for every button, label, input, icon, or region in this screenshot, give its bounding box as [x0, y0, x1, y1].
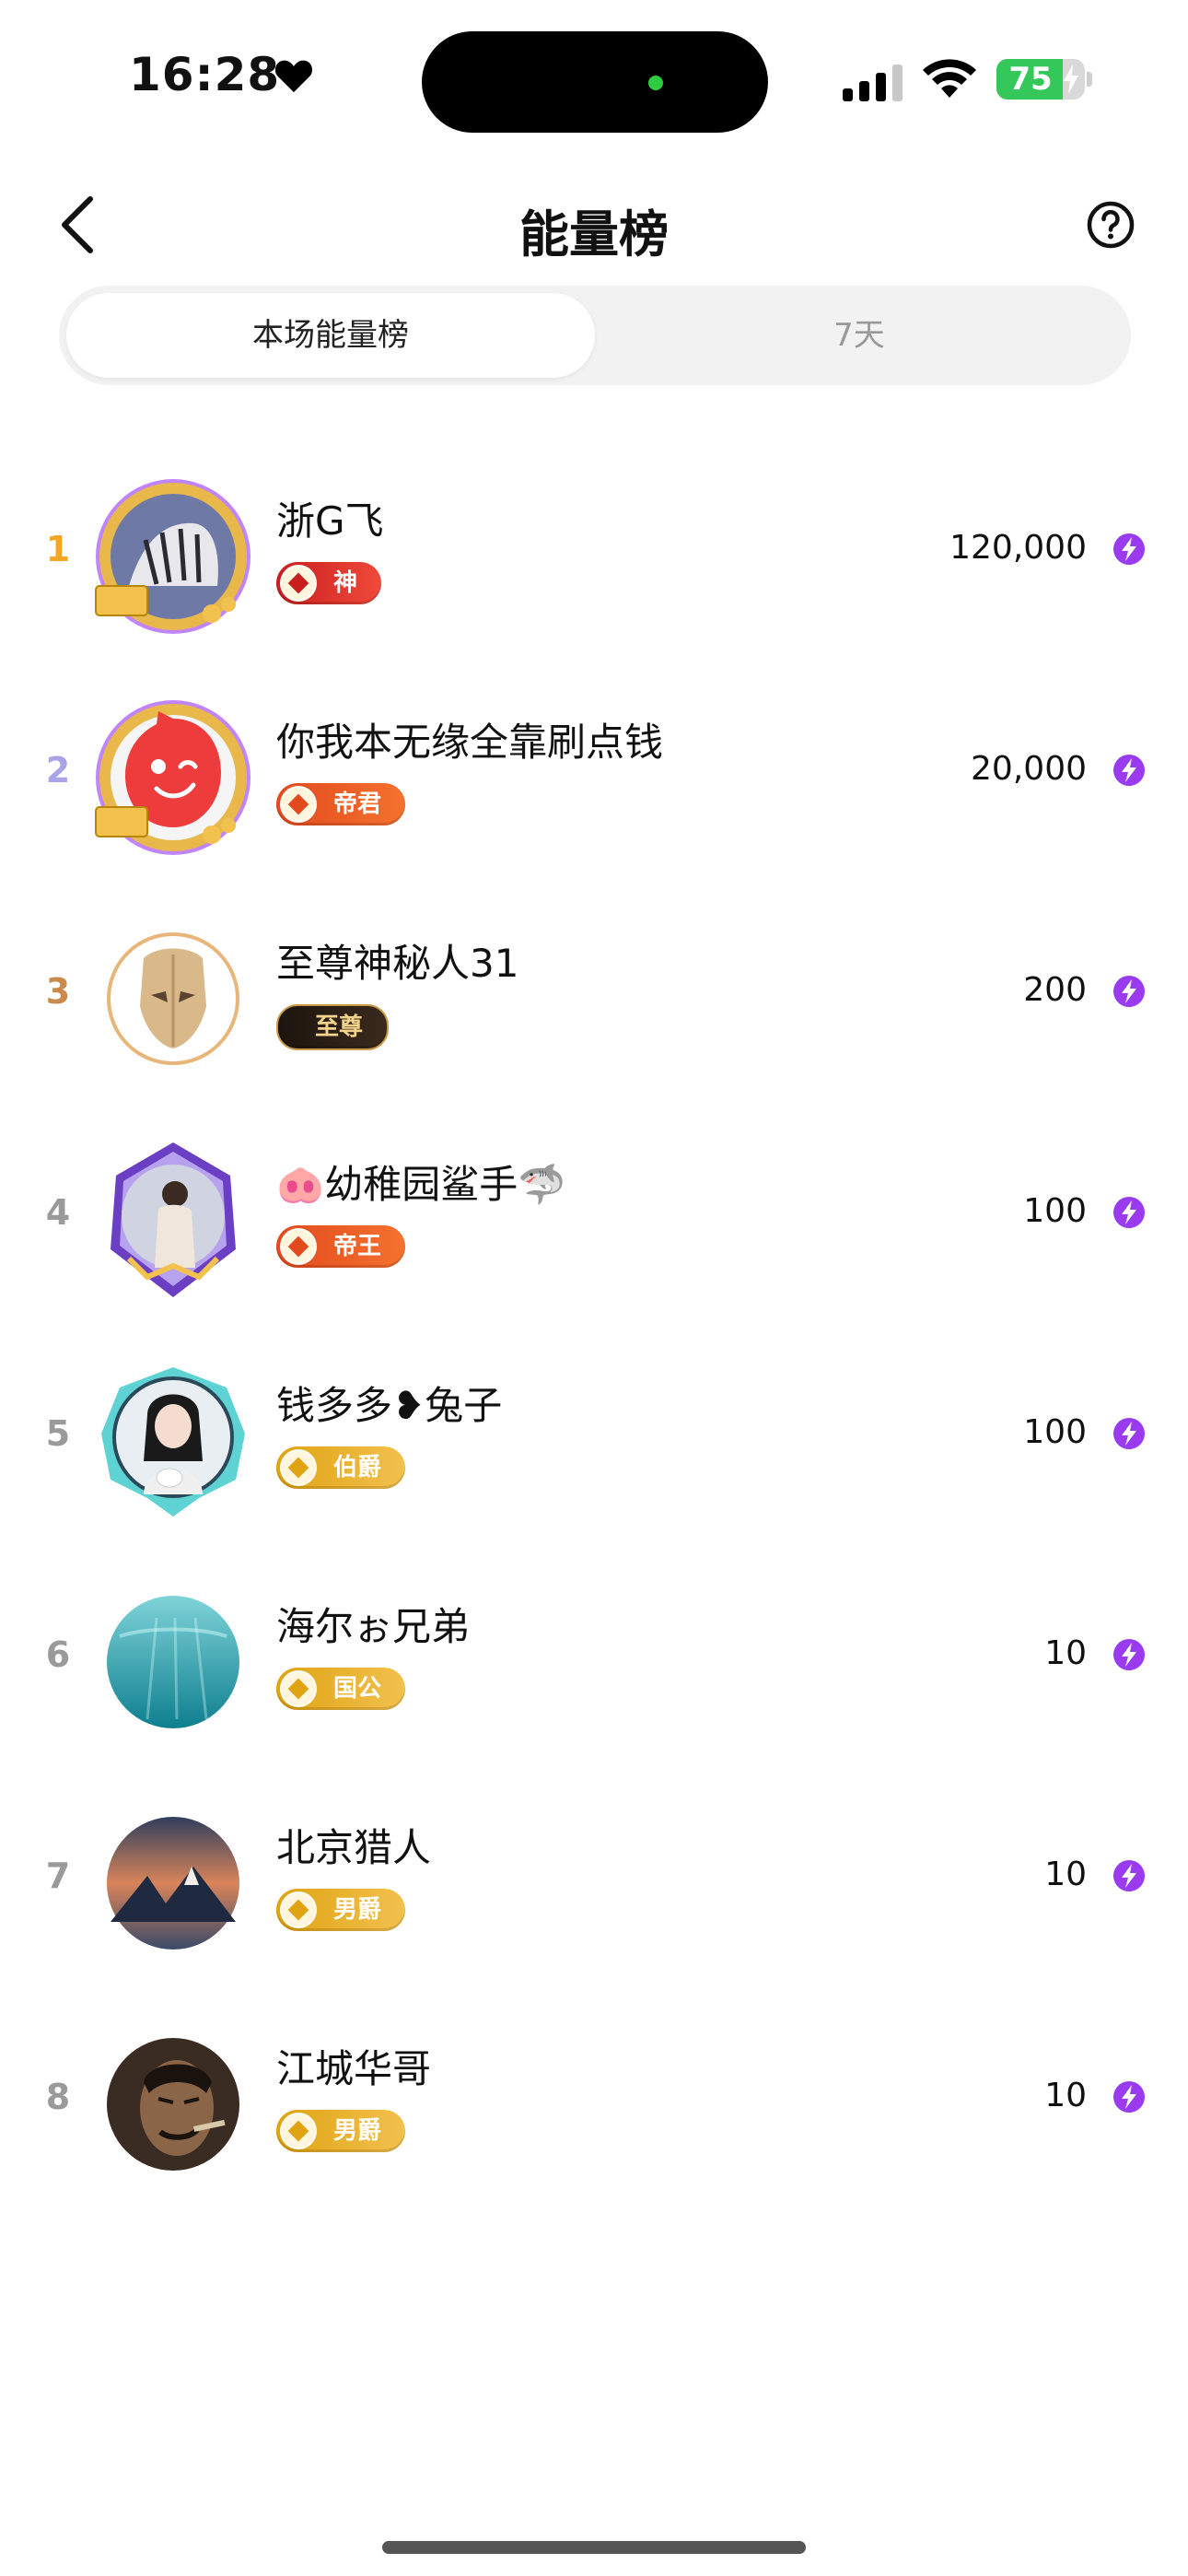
- rank-number: 1: [45, 529, 71, 569]
- badge-emblem-icon: [280, 2113, 317, 2149]
- energy-score: 20,000: [971, 750, 1087, 788]
- avatar[interactable]: [92, 1360, 254, 1522]
- badge-emblem-icon: [280, 786, 317, 823]
- energy-bolt-icon: [1113, 1418, 1145, 1449]
- ranking-row[interactable]: 7 北京猎人 男爵 10: [0, 1767, 1188, 1988]
- user-name: 钱多多❥兔子: [276, 1383, 503, 1428]
- level-badge: 至尊: [276, 1004, 390, 1050]
- energy-bolt-icon: [1113, 1197, 1145, 1228]
- level-badge: 帝王: [276, 1225, 406, 1268]
- badge-emblem-icon: [280, 1449, 317, 1486]
- user-name: 海尔ぉ兄弟: [276, 1604, 471, 1649]
- avatar[interactable]: [92, 697, 254, 859]
- badge-label: 帝君: [333, 790, 382, 818]
- energy-score: 10: [1044, 1856, 1087, 1893]
- status-time: 16:28: [129, 48, 281, 101]
- badge-label: 帝王: [333, 1233, 382, 1260]
- avatar[interactable]: [92, 918, 254, 1080]
- user-name: 🐽幼稚园鲨手🦈: [276, 1162, 566, 1207]
- wifi-icon: [923, 59, 976, 98]
- ranking-row[interactable]: 2 你我本无缘全靠刷点钱 帝君 20,000: [0, 662, 1188, 883]
- battery-percent: 75: [1008, 61, 1053, 98]
- level-badge: 男爵: [276, 2110, 406, 2152]
- ranking-row[interactable]: 5 钱多多❥兔子 伯爵 100: [0, 1325, 1188, 1546]
- battery-cap: [1087, 72, 1092, 87]
- level-badge: 男爵: [276, 1889, 406, 1931]
- energy-score: 10: [1044, 2077, 1087, 2114]
- badge-emblem-icon: [280, 565, 317, 602]
- badge-emblem-icon: [280, 1891, 317, 1928]
- ranking-row[interactable]: 4 🐽幼稚园鲨手🦈 帝王 100: [0, 1104, 1188, 1325]
- rank-number: 8: [45, 2077, 71, 2117]
- energy-score: 200: [1023, 971, 1087, 1009]
- avatar[interactable]: [92, 1802, 254, 1964]
- ranking-row[interactable]: 6 海尔ぉ兄弟 国公 10: [0, 1546, 1188, 1767]
- rank-number: 2: [45, 750, 71, 790]
- help-icon[interactable]: [1087, 201, 1135, 249]
- energy-bolt-icon: [1113, 976, 1145, 1007]
- level-badge: 神: [276, 562, 382, 604]
- badge-label: 伯爵: [333, 1454, 382, 1481]
- ranking-tabs: 本场能量榜 7天: [59, 286, 1131, 385]
- level-badge: 伯爵: [276, 1446, 406, 1489]
- energy-bolt-icon: [1113, 1639, 1145, 1670]
- battery-indicator: 75: [996, 59, 1085, 100]
- energy-score: 100: [1023, 1413, 1087, 1451]
- level-badge: 帝君: [276, 783, 406, 825]
- energy-bolt-icon: [1113, 2081, 1145, 2113]
- avatar[interactable]: [92, 2023, 254, 2185]
- charging-bolt-icon: [1064, 64, 1078, 94]
- home-indicator[interactable]: [382, 2541, 806, 2554]
- energy-score: 120,000: [949, 529, 1087, 567]
- energy-bolt-icon: [1113, 533, 1145, 565]
- badge-label: 国公: [333, 1675, 382, 1703]
- rank-number: 4: [45, 1192, 71, 1233]
- page-title: 能量榜: [519, 205, 669, 263]
- badge-label: 男爵: [333, 2117, 382, 2145]
- user-name: 江城华哥: [276, 2046, 432, 2091]
- ranking-row[interactable]: 8 江城华哥 男爵 10: [0, 1988, 1188, 2209]
- tab-current-session[interactable]: 本场能量榜: [66, 293, 595, 378]
- energy-score: 10: [1044, 1634, 1087, 1672]
- camera-indicator-dot: [648, 76, 663, 90]
- avatar[interactable]: [92, 1139, 254, 1301]
- badge-label: 男爵: [333, 1896, 382, 1924]
- ranking-row[interactable]: 1 浙G飞 神 120,000: [0, 440, 1188, 662]
- tab-7-days[interactable]: 7天: [595, 293, 1124, 378]
- dynamic-island: [422, 31, 768, 133]
- energy-bolt-icon: [1113, 1860, 1145, 1891]
- level-badge: 国公: [276, 1668, 406, 1710]
- rank-number: 6: [45, 1634, 71, 1675]
- badge-label: 至尊: [315, 1013, 364, 1041]
- rank-number: 5: [45, 1413, 71, 1454]
- ranking-row[interactable]: 3 至尊神秘人31 至尊 200: [0, 883, 1188, 1104]
- badge-emblem-icon: [280, 1670, 317, 1707]
- status-bar: 16:28 75: [0, 0, 1188, 157]
- user-name: 北京猎人: [276, 1825, 432, 1870]
- badge-label: 神: [333, 569, 358, 597]
- user-name: 浙G飞: [276, 498, 384, 544]
- avatar[interactable]: [92, 475, 254, 638]
- rank-number: 3: [45, 971, 71, 1012]
- cellular-signal-icon: [843, 64, 903, 101]
- user-name: 你我本无缘全靠刷点钱: [276, 720, 664, 765]
- heart-icon: [274, 60, 313, 93]
- user-name: 至尊神秘人31: [276, 941, 519, 986]
- rank-number: 7: [45, 1856, 71, 1896]
- avatar[interactable]: [92, 1581, 254, 1743]
- ranking-list: 1 浙G飞 神 120,000 2 你我本无缘全靠刷点钱 帝君 20,000 3…: [0, 440, 1188, 2209]
- energy-score: 100: [1023, 1192, 1087, 1230]
- badge-emblem-icon: [280, 1228, 317, 1265]
- energy-bolt-icon: [1113, 755, 1145, 786]
